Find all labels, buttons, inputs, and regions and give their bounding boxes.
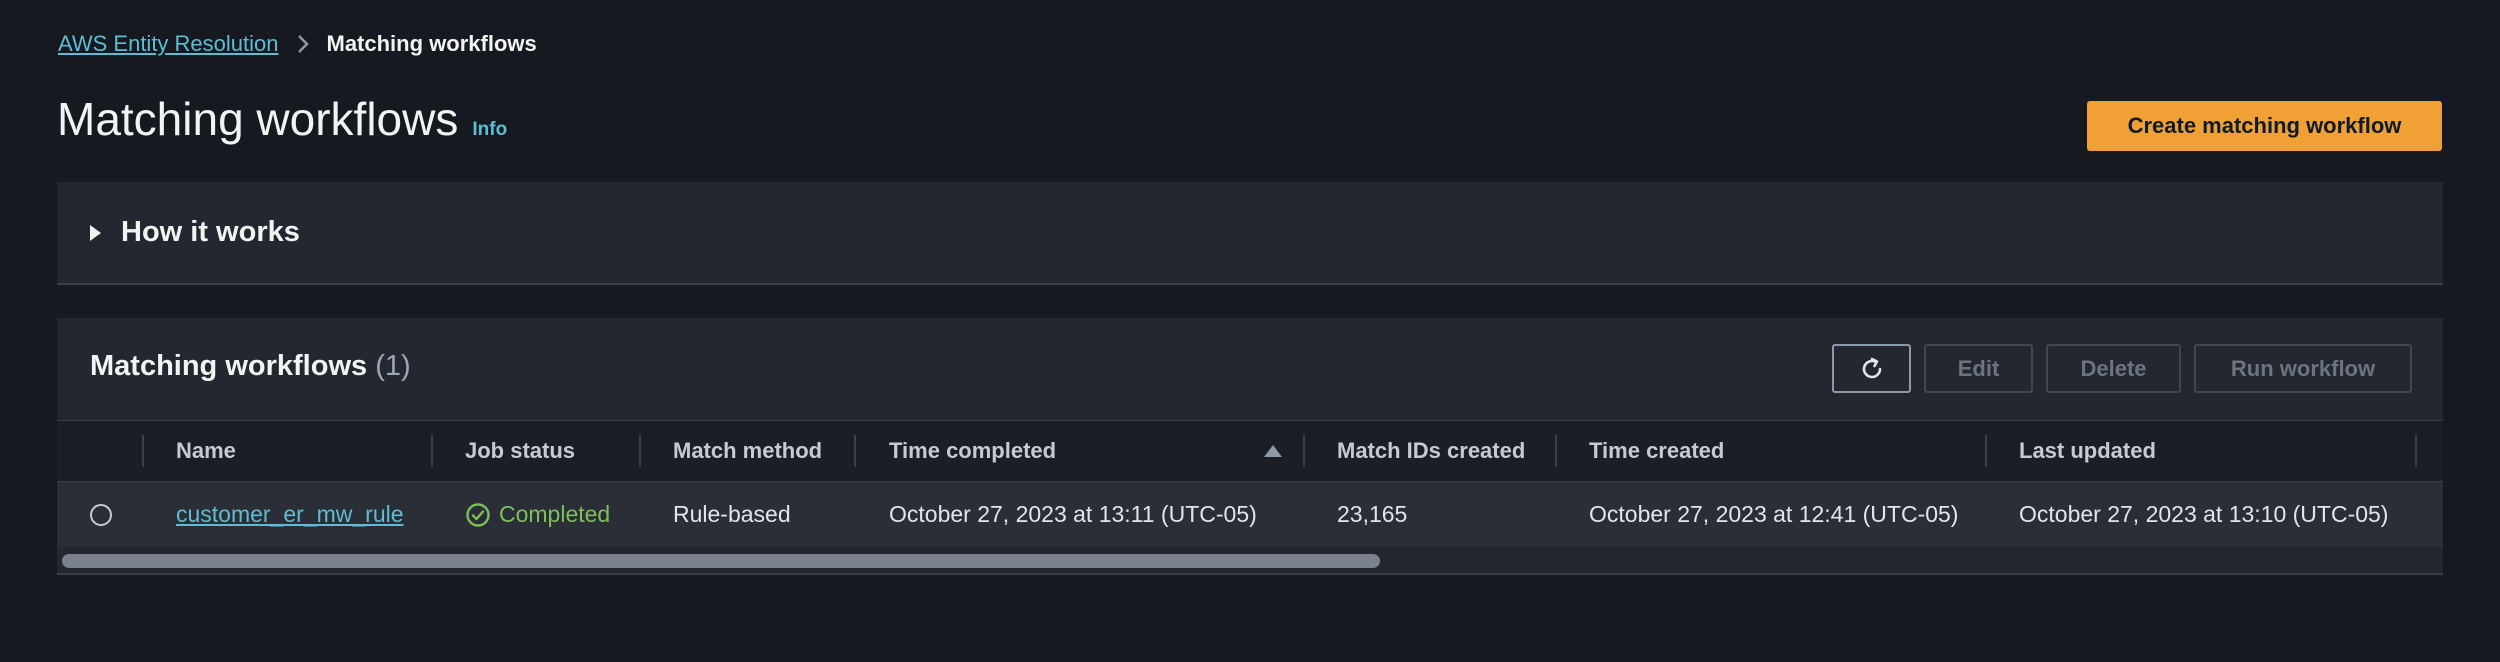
chevron-right-icon — [289, 28, 317, 60]
breadcrumb-link-entity-resolution[interactable]: AWS Entity Resolution — [58, 31, 279, 57]
column-divider[interactable] — [854, 435, 856, 467]
horizontal-scrollbar[interactable] — [57, 550, 2443, 570]
page-header: Matching workflows Info — [57, 92, 507, 146]
workflow-name-link[interactable]: customer_er_mw_rule — [176, 501, 404, 528]
row-select-radio[interactable] — [90, 503, 112, 526]
delete-button[interactable]: Delete — [2046, 344, 2181, 393]
cell-job-status: Completed — [465, 482, 610, 547]
column-header-name[interactable]: Name — [176, 421, 236, 481]
cell-name: customer_er_mw_rule — [176, 482, 404, 547]
table-title: Matching workflows (1) — [90, 350, 411, 383]
page-title: Matching workflows — [57, 93, 459, 145]
column-divider[interactable] — [142, 435, 144, 467]
cell-time-created: October 27, 2023 at 12:41 (UTC-05) — [1589, 501, 1959, 527]
cell-last-updated: October 27, 2023 at 13:10 (UTC-05) — [2019, 501, 2389, 527]
sort-ascending-icon — [1264, 445, 1282, 457]
column-header-match-ids-created[interactable]: Match IDs created — [1337, 421, 1525, 481]
caret-right-icon — [90, 224, 101, 241]
column-header-match-method[interactable]: Match method — [673, 421, 822, 481]
column-header-time-created[interactable]: Time created — [1589, 421, 1724, 481]
status-text: Completed — [499, 501, 611, 527]
status-badge: Completed — [465, 501, 610, 528]
table-row: customer_er_mw_rule Completed Rule-based… — [57, 482, 2443, 547]
edit-button[interactable]: Edit — [1924, 344, 2033, 393]
column-divider[interactable] — [1555, 435, 1557, 467]
info-link[interactable]: Info — [472, 119, 507, 141]
table-title-text: Matching workflows — [90, 350, 368, 382]
breadcrumb-current: Matching workflows — [326, 31, 537, 56]
workflows-table-panel: Matching workflows (1) Edit Delete Run w… — [57, 318, 2443, 575]
check-circle-icon — [465, 502, 491, 528]
column-header-job-status[interactable]: Job status — [465, 421, 575, 481]
column-divider[interactable] — [431, 435, 433, 467]
cell-time-completed: October 27, 2023 at 13:11 (UTC-05) — [889, 501, 1257, 527]
column-header-time-completed[interactable]: Time completed — [889, 421, 1056, 481]
cell-match-method: Rule-based — [673, 501, 791, 527]
breadcrumb: AWS Entity Resolution Matching workflows — [58, 28, 537, 60]
how-it-works-label: How it works — [121, 216, 300, 248]
create-matching-workflow-button[interactable]: Create matching workflow — [2087, 101, 2442, 151]
scrollbar-thumb[interactable] — [62, 554, 1380, 568]
column-divider[interactable] — [1303, 435, 1305, 467]
column-divider[interactable] — [639, 435, 641, 467]
table-header-row: Name Job status Match method Time comple… — [57, 420, 2443, 482]
refresh-button[interactable] — [1832, 344, 1911, 393]
run-workflow-button[interactable]: Run workflow — [2194, 344, 2412, 393]
column-header-last-updated[interactable]: Last updated — [2019, 421, 2156, 481]
how-it-works-expander[interactable]: How it works — [57, 182, 2443, 285]
table-count: (1) — [375, 350, 411, 382]
refresh-icon — [1858, 355, 1886, 383]
column-divider[interactable] — [2415, 435, 2417, 467]
cell-match-ids-created: 23,165 — [1337, 501, 1408, 527]
table-actions: Edit Delete Run workflow — [1832, 344, 2412, 393]
row-select-cell — [90, 482, 112, 547]
column-divider[interactable] — [1985, 435, 1987, 467]
